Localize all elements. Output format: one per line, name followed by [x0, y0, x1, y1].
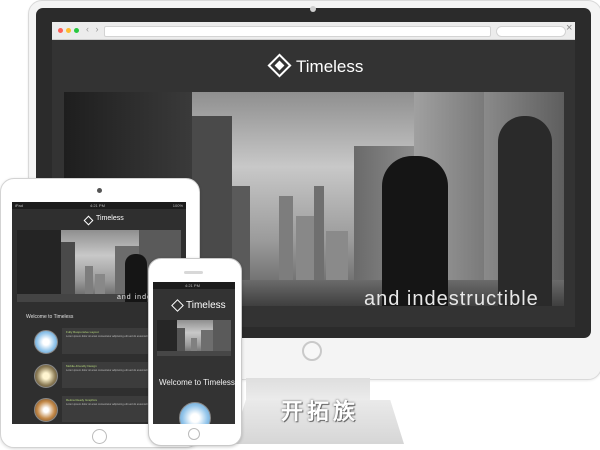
monitor-camera	[310, 6, 316, 12]
diamond-logo-icon	[267, 53, 292, 78]
tablet-home-button[interactable]	[92, 429, 107, 444]
status-time: 4:21 PM	[90, 203, 105, 208]
phone-home-button[interactable]	[188, 428, 200, 440]
status-battery: 100%	[172, 203, 183, 208]
phone-hero-image	[157, 320, 231, 356]
window-minimize-dot[interactable]	[66, 28, 71, 33]
address-bar[interactable]	[104, 26, 491, 37]
status-carrier: iPad	[15, 203, 24, 208]
monitor-power-button[interactable]	[302, 341, 322, 361]
diamond-logo-icon	[83, 215, 94, 226]
back-forward-icon[interactable]: ‹ ›	[86, 24, 101, 34]
watermark-text: 开拓族	[280, 399, 359, 425]
tablet-welcome-heading: Welcome to Timeless	[26, 314, 74, 320]
feature-heading: Fully Responsive Layout	[66, 330, 99, 334]
window-close-dot[interactable]	[58, 28, 63, 33]
hero-caption: and indestructible	[364, 288, 539, 306]
tablet-camera	[97, 188, 102, 193]
feature-heading: Mobile-Friendly Design	[66, 364, 97, 368]
phone-logo[interactable]	[171, 299, 184, 312]
site-logo[interactable]	[267, 53, 292, 78]
window-zoom-dot[interactable]	[74, 28, 79, 33]
phone-site: 4:21 PM Timeless Welcome to Timeless	[153, 282, 235, 424]
phone-status-bar: 4:21 PM	[153, 282, 235, 289]
tablet-site-title[interactable]: Timeless	[96, 215, 124, 222]
phone-speaker	[184, 271, 203, 274]
feature-image	[34, 330, 58, 354]
browser-toolbar: ‹ › ×	[52, 22, 575, 40]
phone-welcome-heading: Welcome to Timeless	[159, 378, 235, 387]
status-time: 4:21 PM	[185, 283, 200, 288]
tablet-status-bar: iPad 4:21 PM 100%	[12, 202, 186, 209]
feature-heading: Retina Ready Graphics	[66, 398, 98, 402]
close-icon[interactable]: ×	[566, 22, 572, 34]
feature-image	[34, 364, 58, 388]
feature-image	[34, 398, 58, 422]
tablet-logo[interactable]	[83, 215, 94, 226]
feature-image	[179, 402, 211, 424]
browser-search-field[interactable]	[496, 26, 566, 37]
site-title[interactable]: Timeless	[296, 57, 363, 77]
phone-site-title[interactable]: Timeless	[186, 300, 226, 311]
diamond-logo-icon	[171, 299, 184, 312]
